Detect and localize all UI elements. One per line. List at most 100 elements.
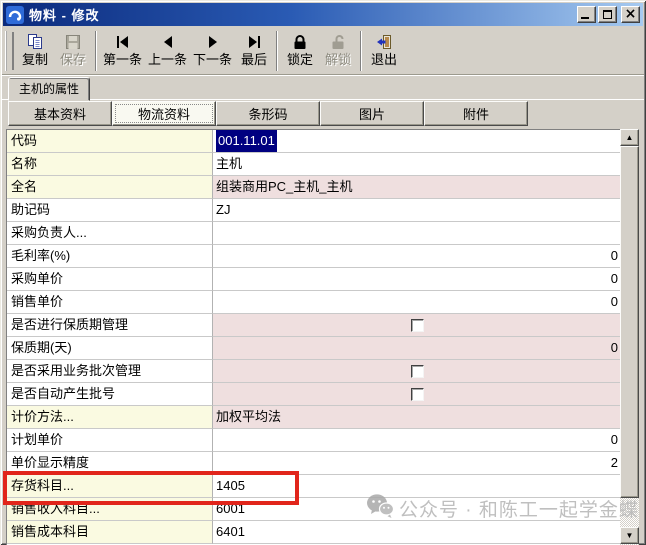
toolbar-separator (95, 31, 97, 71)
toolbar-button-label: 下一条 (193, 51, 232, 68)
form-row: 是否进行保质期管理 (7, 314, 620, 337)
field-label: 代码 (7, 130, 213, 153)
toolbar-separator (360, 31, 362, 71)
field-value[interactable]: 001.11.01 (213, 130, 620, 153)
field-value[interactable]: ZJ (213, 199, 620, 222)
form-row: 计价方法...加权平均法 (7, 406, 620, 429)
vertical-scrollbar[interactable]: ▲ ▼ (620, 129, 639, 545)
tab-attachment[interactable]: 附件 (424, 101, 528, 126)
next-record-button[interactable]: 下一条 (190, 30, 235, 72)
field-label: 销售成本科目 (7, 521, 213, 544)
first-record-button[interactable]: 第一条 (100, 30, 145, 72)
scroll-down-button[interactable]: ▼ (620, 527, 639, 544)
toolbar-button-label: 解锁 (325, 51, 351, 68)
field-label: 计划单价 (7, 429, 213, 452)
save-icon (65, 34, 81, 51)
property-tab-strip: 主机的属性 (2, 77, 644, 100)
unlock-button[interactable]: 解锁 (319, 30, 357, 72)
previous-record-icon (161, 34, 175, 51)
form-row: 名称主机 (7, 153, 620, 176)
selected-text: 001.11.01 (216, 130, 277, 152)
previous-record-button[interactable]: 上一条 (145, 30, 190, 72)
field-label: 是否采用业务批次管理 (7, 360, 213, 383)
toolbar: 复制保存第一条上一条下一条最后锁定解锁 退出 (2, 27, 644, 75)
field-value[interactable]: 6401 (213, 521, 620, 544)
form-row: 是否采用业务批次管理 (7, 360, 620, 383)
toolbar-button-label: 退出 (371, 51, 397, 68)
field-value[interactable] (213, 383, 620, 406)
exit-icon (376, 34, 392, 51)
form-row: 助记码ZJ (7, 199, 620, 222)
lock-button[interactable]: 锁定 (281, 30, 319, 72)
close-button[interactable]: × (621, 6, 640, 23)
page-tabs: 基本资料物流资料条形码图片附件 (8, 101, 528, 126)
form-row: 销售单价0 (7, 291, 620, 314)
tab-picture[interactable]: 图片 (320, 101, 424, 126)
form-row: 毛利率(%)0 (7, 245, 620, 268)
save-button[interactable]: 保存 (54, 30, 92, 72)
material-edit-window: 物料 - 修改 × 复制保存第一条上一条下一条最后锁定解锁 退出 主机的属性 基本… (0, 0, 646, 545)
field-value[interactable]: 0 (213, 337, 620, 360)
field-label: 计价方法... (7, 406, 213, 429)
field-label: 采购负责人... (7, 222, 213, 245)
field-value[interactable]: 0 (213, 429, 620, 452)
field-label: 销售单价 (7, 291, 213, 314)
lock-icon (292, 34, 308, 51)
field-value[interactable]: 组装商用PC_主机_主机 (213, 176, 620, 199)
checkbox[interactable] (411, 365, 424, 378)
form-row: 采购负责人... (7, 222, 620, 245)
form-row: 保质期(天)0 (7, 337, 620, 360)
toolbar-separator (276, 31, 278, 71)
toolbar-button-label: 上一条 (148, 51, 187, 68)
maximize-icon (603, 10, 612, 19)
wechat-icon (366, 493, 394, 524)
field-label: 名称 (7, 153, 213, 176)
tab-logistics-info[interactable]: 物流资料 (112, 101, 216, 126)
last-record-icon (247, 34, 261, 51)
field-value[interactable] (213, 360, 620, 383)
tab-basic-info[interactable]: 基本资料 (8, 101, 112, 126)
field-value[interactable]: 0 (213, 268, 620, 291)
toolbar-grip[interactable] (5, 31, 12, 71)
field-label: 全名 (7, 176, 213, 199)
unlock-icon (330, 34, 346, 51)
field-value[interactable]: 0 (213, 291, 620, 314)
field-value[interactable] (213, 222, 620, 245)
copy-icon (27, 34, 44, 51)
field-value[interactable] (213, 314, 620, 337)
field-value[interactable]: 加权平均法 (213, 406, 620, 429)
property-tab[interactable]: 主机的属性 (8, 77, 90, 101)
watermark-text: 公众号 · 和陈工一起学金蝶 (399, 495, 639, 522)
minimize-icon (581, 17, 589, 19)
maximize-button[interactable] (598, 6, 617, 23)
field-label: 毛利率(%) (7, 245, 213, 268)
toolbar-button-label: 最后 (241, 51, 267, 68)
checkbox[interactable] (411, 319, 424, 332)
close-icon: × (625, 8, 637, 21)
checkbox[interactable] (411, 388, 424, 401)
tab-barcode[interactable]: 条形码 (216, 101, 320, 126)
field-label: 助记码 (7, 199, 213, 222)
form-row: 是否自动产生批号 (7, 383, 620, 406)
exit-button[interactable]: 退出 (365, 30, 403, 72)
title-bar: 物料 - 修改 × (3, 3, 643, 26)
next-record-icon (206, 34, 220, 51)
toolbar-button-label: 复制 (22, 51, 48, 68)
scroll-thumb[interactable] (620, 146, 639, 498)
scroll-up-button[interactable]: ▲ (620, 129, 639, 146)
form-row: 销售成本科目6401 (7, 521, 620, 544)
form-row: 全名组装商用PC_主机_主机 (7, 176, 620, 199)
field-value[interactable]: 主机 (213, 153, 620, 176)
form-row: 采购单价0 (7, 268, 620, 291)
first-record-icon (116, 34, 130, 51)
highlight-box (3, 471, 299, 505)
field-label: 采购单价 (7, 268, 213, 291)
copy-button[interactable]: 复制 (16, 30, 54, 72)
form-row: 代码001.11.01 (7, 130, 620, 153)
last-record-button[interactable]: 最后 (235, 30, 273, 72)
field-label: 是否进行保质期管理 (7, 314, 213, 337)
app-icon[interactable] (6, 6, 24, 24)
field-value[interactable]: 0 (213, 245, 620, 268)
field-label: 是否自动产生批号 (7, 383, 213, 406)
minimize-button[interactable] (577, 6, 596, 23)
